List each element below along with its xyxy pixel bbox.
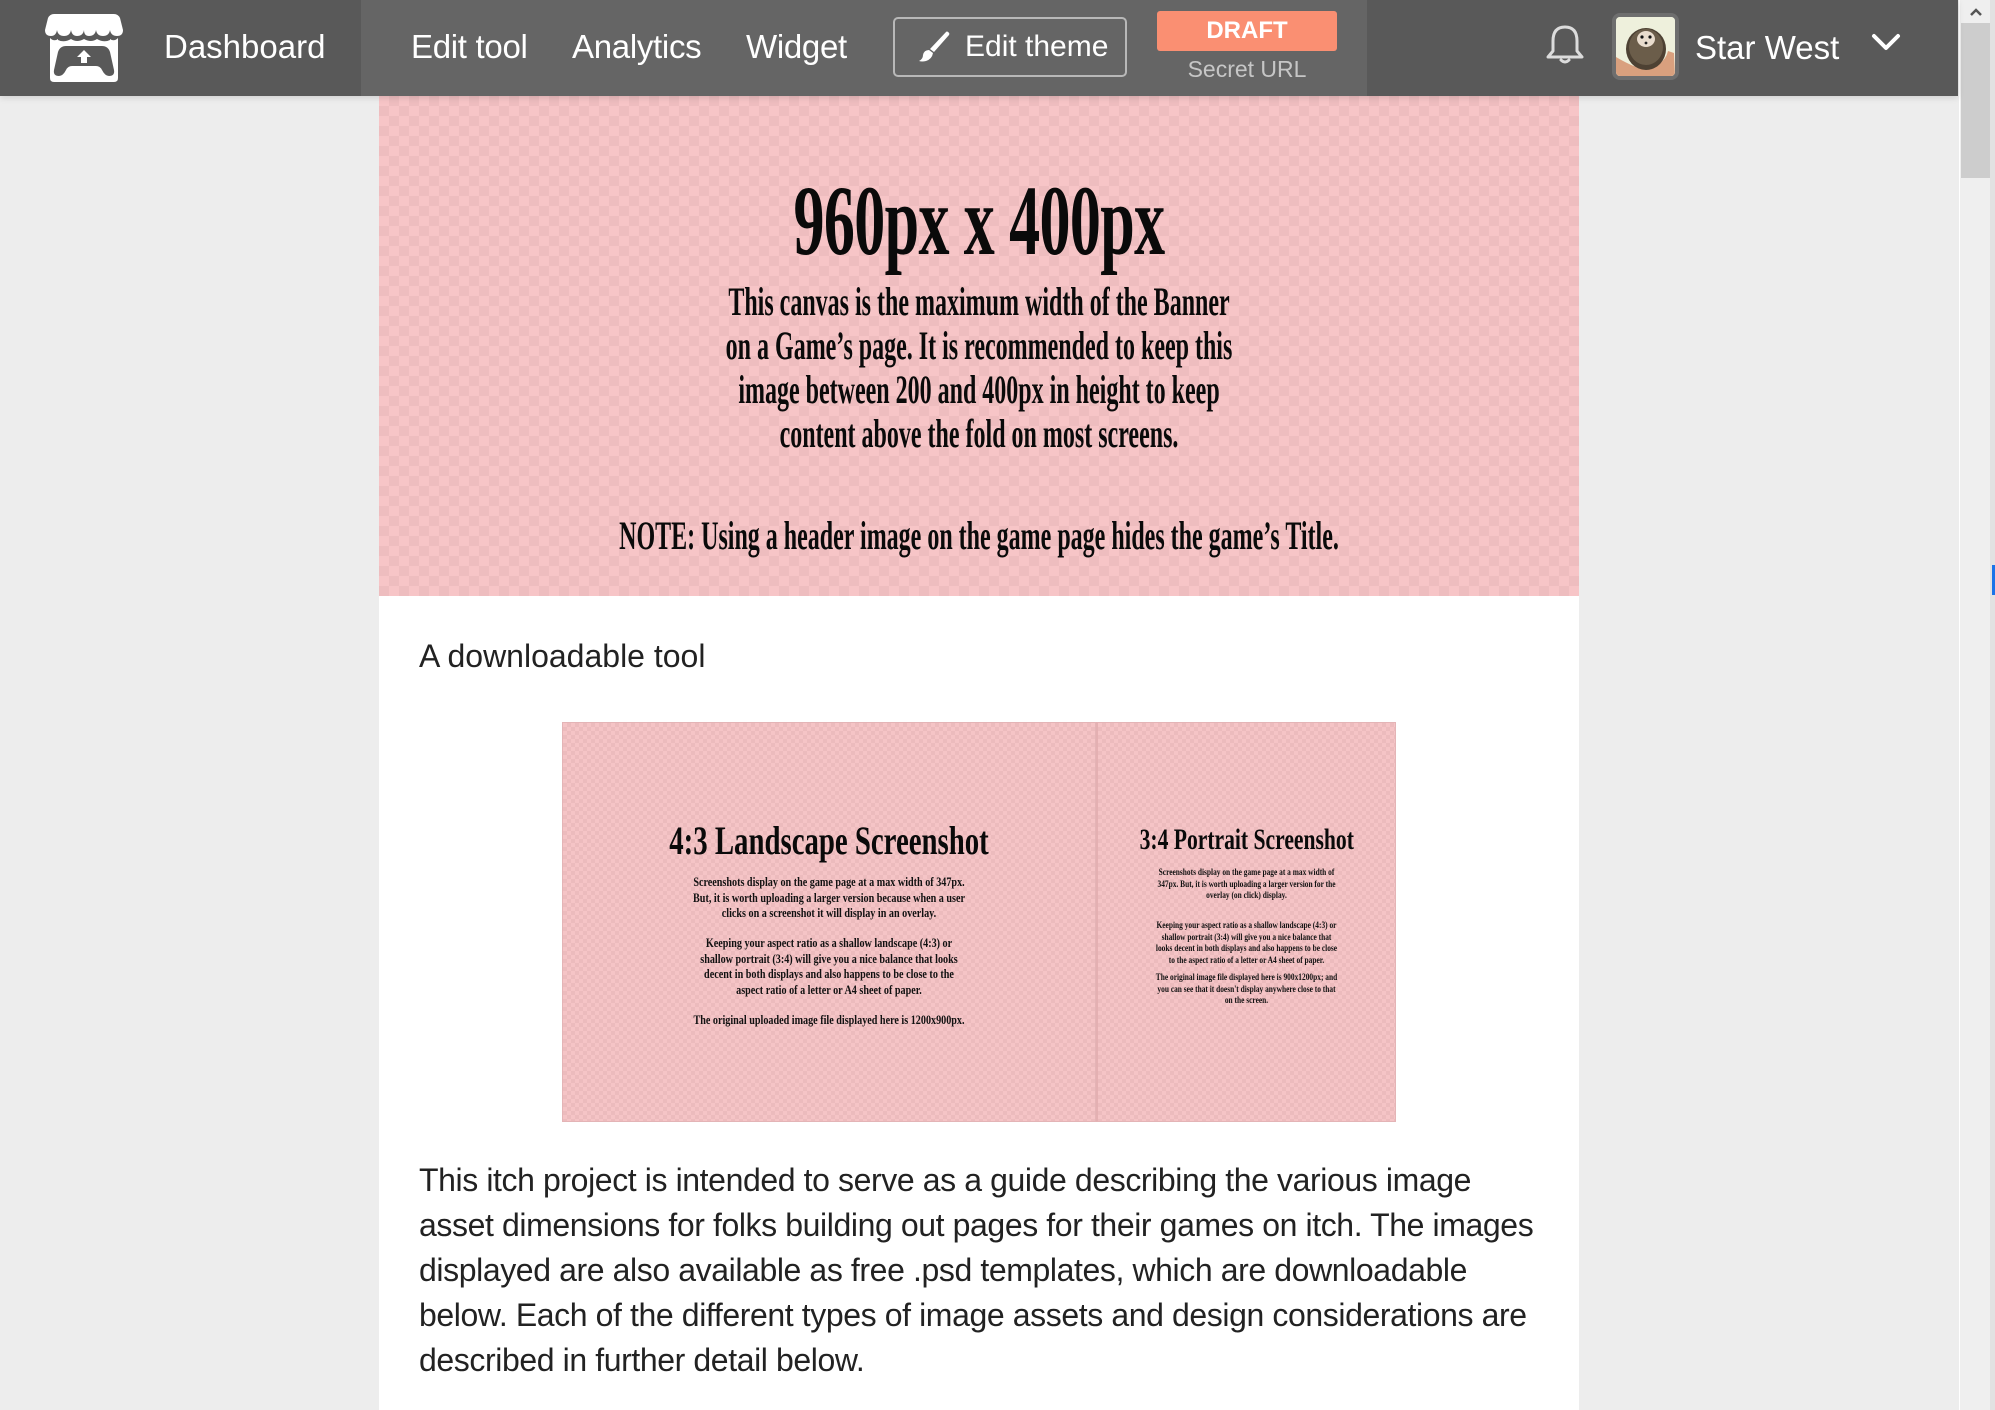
user-name[interactable]: Star West — [1695, 26, 1839, 70]
scroll-thumb[interactable] — [1961, 23, 1990, 178]
paintbrush-icon — [919, 31, 950, 62]
description-line: displayed are also available as free .ps… — [419, 1252, 1467, 1288]
text-line: Keeping your aspect ratio as a shallow l… — [1156, 921, 1337, 931]
text-line: shallow portrait (3:4) will give you a n… — [700, 950, 958, 966]
text-line: you can see that it doesn't display anyw… — [1157, 984, 1336, 995]
text-line: But, it is worth uploading a larger vers… — [693, 889, 965, 905]
screenshot-paragraph: Screenshots display on the game page at … — [563, 874, 1095, 921]
secret-url-label[interactable]: Secret URL — [1157, 54, 1337, 84]
text-line: Keeping your aspect ratio as a shallow l… — [705, 935, 953, 950]
text-line: aspect ratio of a letter or A4 sheet of … — [736, 981, 922, 997]
text-line: clicks on a screenshot it will display i… — [721, 905, 937, 920]
text-line: The original image file displayed here i… — [1155, 973, 1338, 983]
banner-body-line: image between 200 and 400px in height to… — [738, 367, 1220, 412]
page-scrollbar[interactable] — [1959, 0, 1990, 1410]
header-left-section: Dashboard — [0, 0, 361, 96]
text-line: overlay (on click) display. — [1206, 891, 1287, 901]
screenshot-paragraph: The original image file displayed here i… — [1098, 973, 1395, 1008]
banner-body: This canvas is the maximum width of the … — [619, 280, 1339, 456]
banner-body-line: content above the fold on most screens. — [779, 411, 1179, 456]
text-line: The original uploaded image file display… — [693, 1012, 965, 1027]
banner-body-line: on a Game’s page. It is recommended to k… — [725, 323, 1233, 368]
screenshot-paragraph: Keeping your aspect ratio as a shallow l… — [1098, 921, 1395, 967]
banner-note: NOTE: Using a header image on the game p… — [619, 513, 1339, 558]
screenshot-landscape[interactable]: 4:3 Landscape Screenshot Screenshots dis… — [562, 722, 1096, 1122]
hedgehog-avatar-icon — [1616, 17, 1675, 76]
edit-theme-button[interactable]: Edit theme — [893, 17, 1127, 77]
text-line: Screenshots display on the game page at … — [693, 874, 965, 889]
scroll-up-arrow-icon — [1969, 7, 1982, 16]
text-line: shallow portrait (3:4) will give you a n… — [1161, 932, 1332, 943]
game-page-column: 960px x 400px This canvas is the maximum… — [379, 96, 1579, 1410]
bell-icon[interactable] — [1545, 24, 1585, 64]
chevron-down-icon[interactable] — [1870, 30, 1902, 56]
screenshot-portrait[interactable]: 3:4 Portrait Screenshot Screenshots disp… — [1096, 722, 1396, 1122]
edit-theme-label: Edit theme — [965, 30, 1109, 63]
nav-analytics[interactable]: Analytics — [572, 25, 702, 69]
itch-logo-icon[interactable] — [44, 12, 124, 84]
nav-widget[interactable]: Widget — [746, 25, 847, 69]
top-navbar: Dashboard Edit tool Analytics Widget Edi… — [0, 0, 1958, 96]
text-line: decent in both displays and also happens… — [704, 966, 954, 981]
banner-body-line: This canvas is the maximum width of the … — [728, 279, 1230, 324]
nav-edit-tool[interactable]: Edit tool — [411, 25, 528, 69]
description-line: asset dimensions for folks building out … — [419, 1207, 1534, 1243]
scroll-up-button[interactable] — [1960, 0, 1991, 23]
screenshot-title: 4:3 Landscape Screenshot — [669, 818, 989, 863]
description-paragraph: This itch project is intended to serve a… — [419, 1158, 1549, 1383]
screenshot-paragraph: Keeping your aspect ratio as a shallow l… — [563, 935, 1095, 997]
window-edge-strip — [1990, 0, 1995, 1410]
banner-title: 960px x 400px — [793, 165, 1166, 276]
screenshot-paragraph: Screenshots display on the game page at … — [1098, 868, 1395, 903]
text-line: 347px. But, it is worth uploading a larg… — [1157, 879, 1336, 890]
text-line: to the aspect ratio of a letter or A4 sh… — [1168, 955, 1325, 966]
text-line: looks decent in both displays and also h… — [1155, 944, 1338, 954]
description-line: below. Each of the different types of im… — [419, 1297, 1527, 1333]
text-line: Screenshots display on the game page at … — [1158, 868, 1335, 878]
dashboard-link[interactable]: Dashboard — [164, 25, 325, 69]
game-tagline: A downloadable tool — [419, 638, 706, 674]
screenshot-title: 3:4 Portrait Screenshot — [1139, 823, 1354, 856]
user-avatar[interactable] — [1612, 13, 1679, 80]
header-banner-image: 960px x 400px This canvas is the maximum… — [379, 96, 1579, 596]
draft-status-badge[interactable]: DRAFT — [1157, 11, 1337, 51]
screenshot-paragraph: The original uploaded image file display… — [563, 1012, 1095, 1028]
description-line: This itch project is intended to serve a… — [419, 1162, 1472, 1198]
text-line: on the screen. — [1224, 996, 1269, 1006]
description-line: described in further detail below. — [419, 1342, 865, 1378]
